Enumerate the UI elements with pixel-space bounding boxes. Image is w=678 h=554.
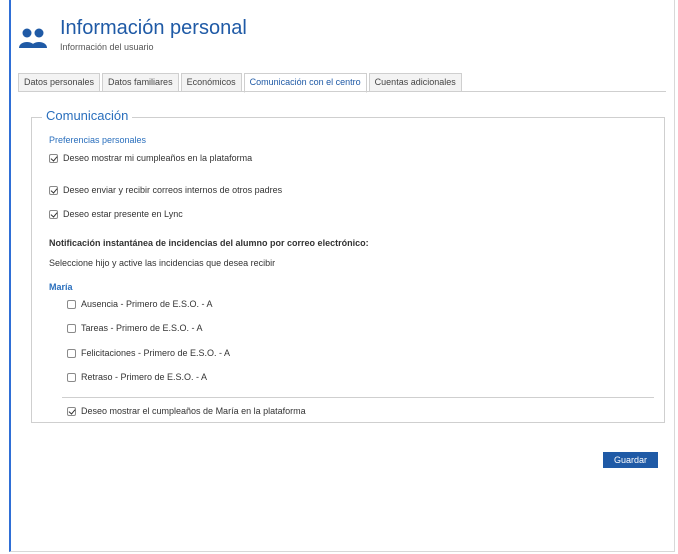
page-subtitle: Información del usuario [60, 42, 154, 52]
incident-ausencia[interactable]: Ausencia - Primero de E.S.O. - A [67, 299, 213, 309]
tab-cuentas-adicionales[interactable]: Cuentas adicionales [368, 73, 462, 92]
option-lync[interactable]: Deseo estar presente en Lync [49, 209, 183, 219]
tab-bar: Datos personales Datos familiares Económ… [18, 73, 464, 93]
option-label: Deseo enviar y recibir correos internos … [63, 185, 283, 195]
option-internal-mail[interactable]: Deseo enviar y recibir correos internos … [49, 185, 282, 195]
tab-economicos[interactable]: Económicos [180, 73, 242, 92]
checkbox[interactable] [49, 185, 58, 195]
preferences-label: Preferencias personales [49, 135, 147, 145]
section-divider [62, 397, 654, 398]
child-name: María [49, 282, 73, 292]
tab-datos-personales[interactable]: Datos personales [18, 73, 101, 92]
option-birthday[interactable]: Deseo mostrar mi cumpleaños en la plataf… [49, 153, 252, 163]
checkbox[interactable] [67, 348, 76, 358]
checkbox[interactable] [67, 372, 76, 382]
checkbox[interactable] [67, 299, 76, 309]
incident-label: Ausencia - Primero de E.S.O. - A [81, 299, 213, 309]
checkbox[interactable] [49, 209, 58, 219]
fieldset-legend: Comunicación [42, 108, 133, 123]
child-birthday-option[interactable]: Deseo mostrar el cumpleaños de María en … [67, 406, 306, 416]
option-label: Deseo mostrar el cumpleaños de María en … [81, 406, 306, 416]
checkbox[interactable] [67, 323, 76, 333]
incident-label: Retraso - Primero de E.S.O. - A [81, 372, 208, 382]
checkbox[interactable] [67, 406, 76, 416]
notification-title: Notificación instantánea de incidencias … [49, 238, 369, 248]
page-title: Información personal [60, 17, 247, 39]
option-label: Deseo estar presente en Lync [63, 209, 183, 219]
incident-retraso[interactable]: Retraso - Primero de E.S.O. - A [67, 372, 207, 382]
save-button[interactable]: Guardar [603, 452, 658, 468]
tab-comunicacion[interactable]: Comunicación con el centro [243, 73, 367, 93]
incident-tareas[interactable]: Tareas - Primero de E.S.O. - A [67, 323, 203, 333]
incident-label: Felicitaciones - Primero de E.S.O. - A [81, 348, 231, 358]
users-icon [19, 28, 47, 48]
checkbox[interactable] [49, 153, 58, 163]
tab-datos-familiares[interactable]: Datos familiares [102, 73, 179, 92]
incident-label: Tareas - Primero de E.S.O. - A [81, 323, 203, 333]
option-label: Deseo mostrar mi cumpleaños en la plataf… [63, 153, 253, 163]
tab-divider [18, 91, 666, 92]
notification-help: Seleccione hijo y active las incidencias… [49, 258, 276, 268]
incident-felicitaciones[interactable]: Felicitaciones - Primero de E.S.O. - A [67, 348, 230, 358]
